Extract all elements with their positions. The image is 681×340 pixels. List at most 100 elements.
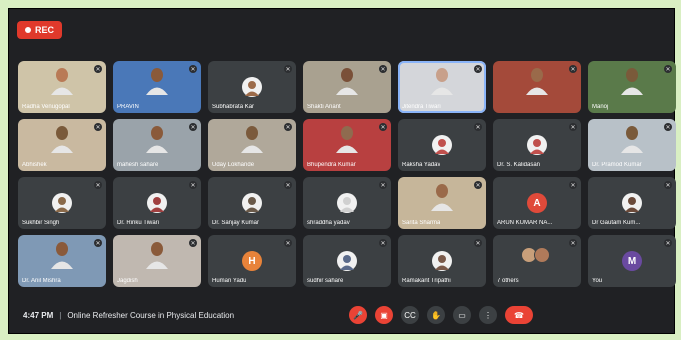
mic-muted-icon: ✕ bbox=[379, 65, 387, 73]
participant-video bbox=[51, 68, 73, 95]
participant-tile[interactable]: ✕ bbox=[493, 61, 581, 113]
participant-name: Dr. Anil Mishra bbox=[22, 278, 61, 284]
participant-tile[interactable]: ✕ Shakti Anant bbox=[303, 61, 391, 113]
participant-video bbox=[241, 126, 263, 153]
avatar bbox=[147, 193, 167, 213]
bottom-bar: 4:47 PM | Online Refresher Course in Phy… bbox=[9, 297, 674, 333]
mic-muted-icon: ✕ bbox=[284, 181, 292, 189]
participant-tile[interactable]: ✕ sudhir sahare bbox=[303, 235, 391, 287]
participant-tile[interactable]: ✕ 7 others bbox=[493, 235, 581, 287]
participant-name: PRAVIN bbox=[117, 104, 139, 110]
avatar bbox=[242, 77, 262, 97]
mic-muted-icon: ✕ bbox=[284, 239, 292, 247]
mic-muted-icon: ✕ bbox=[379, 181, 387, 189]
avatar bbox=[622, 193, 642, 213]
participant-video bbox=[431, 68, 453, 95]
meeting-time: 4:47 PM bbox=[23, 310, 54, 320]
mic-muted-icon: ✕ bbox=[189, 181, 197, 189]
avatar-photo-icon bbox=[340, 255, 354, 270]
participant-name: ARUN KUMAR NA... bbox=[497, 220, 553, 226]
participant-name: sudhir sahare bbox=[307, 278, 344, 284]
avatar-photo-icon bbox=[530, 139, 544, 154]
participant-video bbox=[51, 126, 73, 153]
mic-muted-icon: ✕ bbox=[379, 123, 387, 131]
participant-tile[interactable]: ✕ PRAVIN bbox=[113, 61, 201, 113]
participant-name: Radha Venugopal bbox=[22, 104, 70, 110]
end-call-icon: ☎ bbox=[514, 310, 524, 320]
participant-video bbox=[431, 184, 453, 211]
participant-tile[interactable]: ✕ Dr. S. Kalidasan bbox=[493, 119, 581, 171]
captions-button[interactable]: CC bbox=[401, 306, 419, 324]
more-options-button[interactable]: ⋮ bbox=[479, 306, 497, 324]
present-button[interactable]: ▭ bbox=[453, 306, 471, 324]
participant-tile[interactable]: ✕ Ramakant Tripathi bbox=[398, 235, 486, 287]
participant-tile[interactable]: ✕ shraddha yadav bbox=[303, 177, 391, 229]
participant-video bbox=[336, 126, 358, 153]
participant-tile[interactable]: ✕ Dr. Anil Mishra bbox=[18, 235, 106, 287]
participant-video bbox=[146, 68, 168, 95]
mic-muted-icon: ✕ bbox=[94, 181, 102, 189]
participant-name: Sarita Sharma bbox=[402, 220, 441, 226]
call-controls: 🎤 ▣ CC ✋ ▭ ⋮ ☎ bbox=[349, 306, 533, 324]
avatar-photo-icon bbox=[245, 197, 259, 212]
participant-tile[interactable]: ✕ Sukhbir Singh bbox=[18, 177, 106, 229]
participant-video bbox=[621, 126, 643, 153]
raise-hand-button[interactable]: ✋ bbox=[427, 306, 445, 324]
participant-name: Human Yadu bbox=[212, 278, 247, 284]
participant-video bbox=[336, 68, 358, 95]
avatar bbox=[432, 135, 452, 155]
meeting-title: Online Refresher Course in Physical Educ… bbox=[67, 310, 235, 320]
participant-tile[interactable]: ✕ Radha Venugopal bbox=[18, 61, 106, 113]
camera-off-button[interactable]: ▣ bbox=[375, 306, 393, 324]
mic-off-button[interactable]: 🎤 bbox=[349, 306, 367, 324]
participant-tile[interactable]: ✕ Subhabrata Kar bbox=[208, 61, 296, 113]
raise-hand-icon: ✋ bbox=[431, 310, 441, 320]
participant-tile[interactable]: ✕ mahesh sahare bbox=[113, 119, 201, 171]
participant-video bbox=[621, 68, 643, 95]
participant-tile[interactable]: ✕ Raksha Yadav bbox=[398, 119, 486, 171]
mic-muted-icon: ✕ bbox=[474, 123, 482, 131]
participant-name: mahesh sahare bbox=[117, 162, 159, 168]
participant-name: Dr. Rinku Tiwari bbox=[117, 220, 160, 226]
participant-tile[interactable]: ✕ Manoj bbox=[588, 61, 676, 113]
participant-tile[interactable]: H ✕ Human Yadu bbox=[208, 235, 296, 287]
avatar bbox=[337, 193, 357, 213]
participant-tile[interactable]: ✕ Sarita Sharma bbox=[398, 177, 486, 229]
present-icon: ▭ bbox=[458, 310, 466, 320]
participant-tile[interactable]: M ✕ You bbox=[588, 235, 676, 287]
mic-muted-icon: ✕ bbox=[379, 239, 387, 247]
avatar-photo-icon bbox=[245, 81, 259, 96]
participant-name: You bbox=[592, 278, 603, 284]
mic-muted-icon: ✕ bbox=[664, 65, 672, 73]
participant-tile[interactable]: ✕ Dr. Sanjay Kumar bbox=[208, 177, 296, 229]
mic-muted-icon: ✕ bbox=[189, 123, 197, 131]
mic-muted-icon: ✕ bbox=[94, 239, 102, 247]
meet-window: REC ✕ Radha Venugopal ✕ PRAVIN ✕ Subhabrata K… bbox=[8, 8, 676, 334]
avatar: A bbox=[527, 193, 547, 213]
participant-tile[interactable]: ✕ Dr Gautam Kum... bbox=[588, 177, 676, 229]
camera-off-icon: ▣ bbox=[380, 310, 388, 320]
recording-label: REC bbox=[35, 25, 55, 35]
participant-name: Manoj bbox=[592, 104, 609, 110]
mic-muted-icon: ✕ bbox=[189, 239, 197, 247]
avatar-photo-icon bbox=[435, 255, 449, 270]
participant-name: Dr Gautam Kum... bbox=[592, 220, 641, 226]
participant-tile[interactable]: ✕ Jitendra Tiwari bbox=[398, 61, 486, 113]
participant-name: Jagdish bbox=[117, 278, 138, 284]
record-dot-icon bbox=[25, 27, 31, 33]
participant-name: Ramakant Tripathi bbox=[402, 278, 451, 284]
participant-tile[interactable]: ✕ Dr. Rinku Tiwari bbox=[113, 177, 201, 229]
mic-muted-icon: ✕ bbox=[569, 65, 577, 73]
end-call-button[interactable]: ☎ bbox=[505, 306, 533, 324]
participant-tile[interactable]: ✕ Abhishek bbox=[18, 119, 106, 171]
participant-name: Abhishek bbox=[22, 162, 47, 168]
participant-tile[interactable]: ✕ Bhupendra Kumar bbox=[303, 119, 391, 171]
avatar-photo-icon bbox=[625, 197, 639, 212]
participant-tile[interactable]: ✕ Dr. Pramod Kumar bbox=[588, 119, 676, 171]
participant-name: Jitendra Tiwari bbox=[402, 104, 441, 110]
participant-name: Shakti Anant bbox=[307, 104, 341, 110]
participant-video bbox=[146, 242, 168, 269]
participant-tile[interactable]: A ✕ ARUN KUMAR NA... bbox=[493, 177, 581, 229]
participant-tile[interactable]: ✕ Uday Lokhande bbox=[208, 119, 296, 171]
participant-tile[interactable]: ✕ Jagdish bbox=[113, 235, 201, 287]
